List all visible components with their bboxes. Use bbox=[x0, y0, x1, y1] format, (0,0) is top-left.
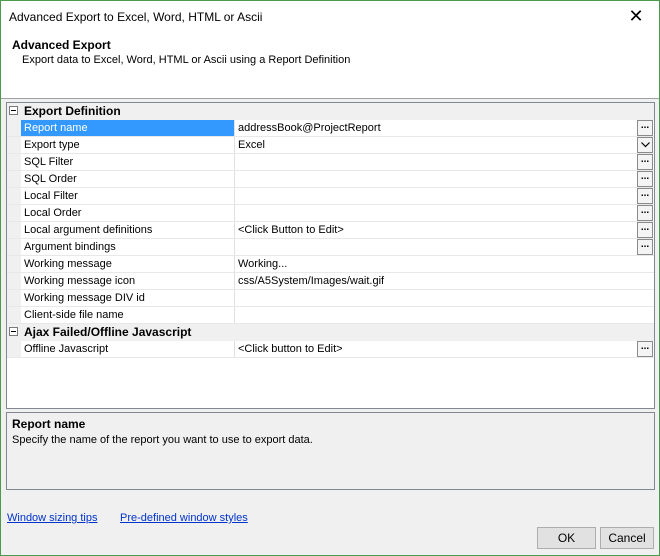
predefined-window-styles-link[interactable]: Pre-defined window styles bbox=[120, 512, 248, 524]
property-grid: Export Definition Report name addressBook@… bbox=[6, 102, 655, 409]
property-row[interactable]: Local argument definitions <Click Button … bbox=[7, 222, 654, 239]
window-sizing-tips-link[interactable]: Window sizing tips bbox=[7, 512, 97, 524]
ellipsis-button[interactable]: ... bbox=[637, 154, 653, 170]
property-row[interactable]: Working message Working... bbox=[7, 256, 654, 273]
property-row[interactable]: Report name addressBook@ProjectReport... bbox=[7, 120, 654, 137]
dialog-window: Advanced Export to Excel, Word, HTML or … bbox=[0, 0, 660, 556]
header-title: Advanced Export bbox=[12, 38, 111, 52]
property-name: Export type bbox=[21, 137, 235, 153]
property-value-text: css/A5System/Images/wait.gif bbox=[238, 275, 385, 287]
property-row[interactable]: Working message DIV id bbox=[7, 290, 654, 307]
header-subtitle: Export data to Excel, Word, HTML or Asci… bbox=[22, 54, 351, 66]
property-row[interactable]: Client-side file name bbox=[7, 307, 654, 324]
property-name: Working message DIV id bbox=[21, 290, 235, 306]
description-text: Specify the name of the report you want … bbox=[12, 434, 313, 446]
property-row[interactable]: Argument bindings... bbox=[7, 239, 654, 256]
property-name: Argument bindings bbox=[21, 239, 235, 255]
close-icon[interactable]: ✕ bbox=[613, 1, 659, 31]
collapse-icon[interactable] bbox=[9, 106, 18, 115]
property-name: Offline Javascript bbox=[21, 341, 235, 357]
category-label: Ajax Failed/Offline Javascript bbox=[24, 325, 192, 339]
property-value[interactable]: ... bbox=[235, 154, 654, 170]
property-row[interactable]: Working message icon css/A5System/Images/… bbox=[7, 273, 654, 290]
property-value[interactable] bbox=[235, 290, 654, 306]
category-label: Export Definition bbox=[24, 104, 121, 118]
property-value-text: <Click button to Edit> bbox=[238, 343, 343, 355]
ellipsis-button[interactable]: ... bbox=[637, 341, 653, 357]
property-name: Working message bbox=[21, 256, 235, 272]
category-row[interactable]: Export Definition bbox=[7, 103, 654, 120]
cancel-button[interactable]: Cancel bbox=[600, 527, 654, 549]
property-row[interactable]: Offline Javascript <Click button to Edit>… bbox=[7, 341, 654, 358]
property-row[interactable]: SQL Filter... bbox=[7, 154, 654, 171]
property-value[interactable] bbox=[235, 307, 654, 323]
category-row[interactable]: Ajax Failed/Offline Javascript bbox=[7, 324, 654, 341]
property-row[interactable]: Export type Excel bbox=[7, 137, 654, 154]
property-value[interactable]: <Click button to Edit>... bbox=[235, 341, 654, 357]
ellipsis-button[interactable]: ... bbox=[637, 120, 653, 136]
property-value-text: addressBook@ProjectReport bbox=[238, 122, 381, 134]
dialog-header: Advanced Export Export data to Excel, Wo… bbox=[1, 33, 659, 99]
property-row[interactable]: Local Filter... bbox=[7, 188, 654, 205]
property-name: Local Filter bbox=[21, 188, 235, 204]
property-value[interactable]: ... bbox=[235, 239, 654, 255]
ok-button[interactable]: OK bbox=[537, 527, 596, 549]
ellipsis-button[interactable]: ... bbox=[637, 171, 653, 187]
property-name: Local argument definitions bbox=[21, 222, 235, 238]
property-value[interactable]: ... bbox=[235, 188, 654, 204]
ellipsis-button[interactable]: ... bbox=[637, 188, 653, 204]
property-row[interactable]: Local Order... bbox=[7, 205, 654, 222]
property-value[interactable]: <Click Button to Edit>... bbox=[235, 222, 654, 238]
dropdown-button[interactable] bbox=[637, 137, 653, 153]
chevron-down-icon bbox=[641, 142, 650, 148]
property-value-text: <Click Button to Edit> bbox=[238, 224, 344, 236]
property-value-text: Excel bbox=[238, 139, 265, 151]
description-title: Report name bbox=[12, 417, 86, 431]
description-panel: Report name Specify the name of the repo… bbox=[6, 412, 655, 490]
property-name: Client-side file name bbox=[21, 307, 235, 323]
property-name: Report name bbox=[21, 120, 235, 136]
property-name: Local Order bbox=[21, 205, 235, 221]
property-name: Working message icon bbox=[21, 273, 235, 289]
property-name: SQL Order bbox=[21, 171, 235, 187]
title-bar: Advanced Export to Excel, Word, HTML or … bbox=[1, 1, 659, 33]
property-value-text: Working... bbox=[238, 258, 288, 270]
collapse-icon[interactable] bbox=[9, 327, 18, 336]
property-value[interactable]: css/A5System/Images/wait.gif bbox=[235, 273, 654, 289]
property-row[interactable]: SQL Order... bbox=[7, 171, 654, 188]
property-value[interactable]: addressBook@ProjectReport... bbox=[235, 120, 654, 136]
property-value[interactable]: ... bbox=[235, 171, 654, 187]
property-name: SQL Filter bbox=[21, 154, 235, 170]
ellipsis-button[interactable]: ... bbox=[637, 222, 653, 238]
property-value[interactable]: Working... bbox=[235, 256, 654, 272]
property-value[interactable]: Excel bbox=[235, 137, 654, 153]
ellipsis-button[interactable]: ... bbox=[637, 239, 653, 255]
property-value[interactable]: ... bbox=[235, 205, 654, 221]
ellipsis-button[interactable]: ... bbox=[637, 205, 653, 221]
window-title: Advanced Export to Excel, Word, HTML or … bbox=[9, 10, 263, 24]
